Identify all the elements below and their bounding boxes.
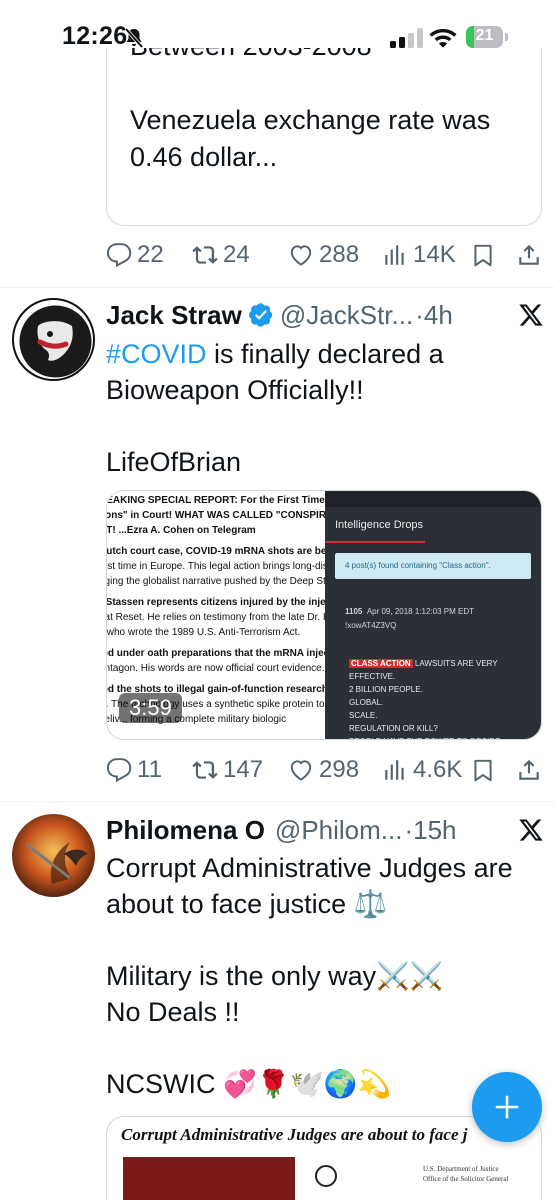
- like-count: 298: [319, 756, 360, 783]
- retweet-icon: [192, 761, 218, 779]
- battery-cap: [505, 33, 508, 41]
- x-logo-icon[interactable]: [518, 817, 544, 843]
- bookmark-button[interactable]: [470, 753, 496, 787]
- tweet-actions: 11 147 298 4.6K: [106, 753, 544, 787]
- battery-level: 21: [475, 27, 494, 44]
- doc-text-line: RT! ...Ezra A. Cohen on Telegram: [107, 525, 256, 536]
- video-frame-app-screen: Intelligence Drops 4 post(s) found conta…: [325, 491, 541, 739]
- reply-button[interactable]: 11: [106, 753, 162, 787]
- avatar[interactable]: [12, 814, 95, 897]
- tweet-time: ·4h: [415, 299, 453, 330]
- tweet-image[interactable]: Corrupt Administrative Judges are about …: [106, 1116, 542, 1200]
- bookmark-button[interactable]: [470, 238, 496, 272]
- views-button[interactable]: 14K: [382, 238, 456, 272]
- share-button[interactable]: [516, 238, 542, 272]
- retweet-count: 147: [223, 756, 264, 783]
- doc-text-line: Dutch court case, COVID-19 mRNA shots ar…: [107, 546, 325, 557]
- like-count: 288: [319, 241, 360, 268]
- quoted-tweet-text: Between 2003-2008 Venezuela exchange rat…: [130, 48, 491, 172]
- bookmark-icon: [474, 244, 492, 267]
- retweet-count: 24: [223, 241, 250, 268]
- heart-icon: [290, 245, 312, 266]
- tweet-text: Corrupt Administrative Judges are about …: [106, 853, 513, 1099]
- share-icon: [519, 244, 539, 265]
- app-post-text: LAWSUITS ARE VERY EFFECTIVE. 2 BILLION P…: [349, 659, 503, 739]
- signal-icon: [390, 28, 423, 48]
- class-action-tag: CLASS ACTION: [349, 659, 413, 668]
- battery-body: 21: [466, 26, 503, 48]
- like-button[interactable]: 298: [288, 753, 359, 787]
- tweet-text: #COVID is finally declared a Bioweapon O…: [106, 336, 544, 480]
- app-top-bar: [325, 491, 541, 507]
- app-tab-underline: [325, 541, 425, 543]
- hashtag-link[interactable]: #COVID: [106, 339, 207, 369]
- tweet-time: ·15h: [404, 814, 457, 845]
- views-icon: [385, 760, 404, 780]
- retweet-button[interactable]: 147: [192, 753, 263, 787]
- doc-text-line: entagon. His words are now official cour…: [107, 663, 325, 674]
- doc-text-line: y.: [107, 729, 325, 739]
- doc-text-line: r Stassen represents citizens injured by…: [107, 597, 325, 608]
- reply-icon: [106, 243, 132, 268]
- image-doc-line: U.S. Department of Justice: [423, 1165, 499, 1173]
- reply-count: 22: [137, 241, 164, 268]
- author-handle[interactable]: @Philom...: [275, 815, 403, 846]
- view-count: 4.6K: [413, 756, 463, 783]
- author-name[interactable]: Jack Straw: [106, 300, 242, 331]
- status-time: 12:26: [62, 22, 128, 50]
- like-button[interactable]: 288: [288, 238, 359, 272]
- share-button[interactable]: [516, 753, 542, 787]
- avatar[interactable]: [12, 298, 95, 381]
- doc-text-line: nging the globalist narrative pushed by …: [107, 576, 325, 587]
- bell-off-icon: [124, 27, 144, 49]
- tweet-divider: [0, 801, 554, 802]
- reply-button[interactable]: 22: [106, 238, 164, 272]
- avatar-image: [19, 305, 92, 378]
- doc-text-line: eat Reset. He relies on testimony from t…: [107, 612, 325, 623]
- tweet-header: Philomena O @Philom... ·15h: [106, 813, 516, 847]
- compose-tweet-button[interactable]: [472, 1072, 542, 1142]
- image-doc-line: Office of the Solicitor General: [423, 1175, 509, 1183]
- video-duration: 3:59: [119, 693, 182, 723]
- views-icon: [385, 245, 404, 265]
- quoted-tweet-card[interactable]: Between 2003-2008 Venezuela exchange rat…: [106, 48, 542, 226]
- reply-count: 11: [137, 756, 162, 783]
- doc-text-line: pons" in Court! WHAT WAS CALLED "CONSPIR…: [107, 510, 325, 521]
- tweet-header: Jack Straw @JackStr... ·4h: [106, 298, 516, 332]
- image-headline: Corrupt Administrative Judges are about …: [121, 1125, 468, 1144]
- app-post-body: CLASS ACTION LAWSUITS ARE VERY EFFECTIVE…: [349, 657, 541, 739]
- doj-seal-icon: [315, 1165, 337, 1187]
- plus-icon: [495, 1095, 519, 1119]
- app-post-header: 1105 Apr 09, 2018 1:12:03 PM EDT: [345, 607, 474, 616]
- view-count: 14K: [413, 241, 456, 268]
- doc-text-line: REAKING SPECIAL REPORT: For the First Ti…: [107, 495, 325, 506]
- app-post-number: 1105: [345, 607, 363, 616]
- verified-badge-icon: [248, 303, 273, 327]
- app-post-date: Apr 09, 2018 1:12:03 PM EDT: [366, 607, 474, 616]
- retweet-icon: [192, 246, 218, 264]
- views-button[interactable]: 4.6K: [382, 753, 462, 787]
- battery-indicator: 21: [466, 26, 508, 50]
- author-name[interactable]: Philomena O: [106, 815, 265, 846]
- tweet-divider: [0, 287, 554, 288]
- reply-icon: [106, 758, 132, 783]
- wifi-icon: [429, 29, 457, 48]
- heart-icon: [290, 760, 312, 781]
- author-handle[interactable]: @JackStr...: [280, 300, 413, 331]
- bookmark-icon: [474, 759, 492, 782]
- tweet-video[interactable]: REAKING SPECIAL REPORT: For the First Ti…: [106, 490, 542, 740]
- x-logo-icon[interactable]: [518, 302, 544, 328]
- app-post-id: !xowAT4Z3VQ: [345, 621, 397, 630]
- share-icon: [519, 759, 539, 780]
- doc-text-line: ted under oath preparations that the mRN…: [107, 648, 325, 659]
- app-search-notice: 4 post(s) found containing "Class action…: [335, 553, 531, 579]
- retweet-button[interactable]: 24: [192, 238, 250, 272]
- doc-text-line: first time in Europe. This legal action …: [107, 561, 325, 572]
- image-photo: [123, 1157, 295, 1200]
- app-title: Intelligence Drops: [335, 519, 424, 531]
- doc-text-line: s who wrote the 1989 U.S. Anti-Terrorism…: [107, 627, 301, 638]
- avatar-image: [12, 814, 95, 897]
- tweet-actions: 22 24 288 14K: [106, 238, 544, 272]
